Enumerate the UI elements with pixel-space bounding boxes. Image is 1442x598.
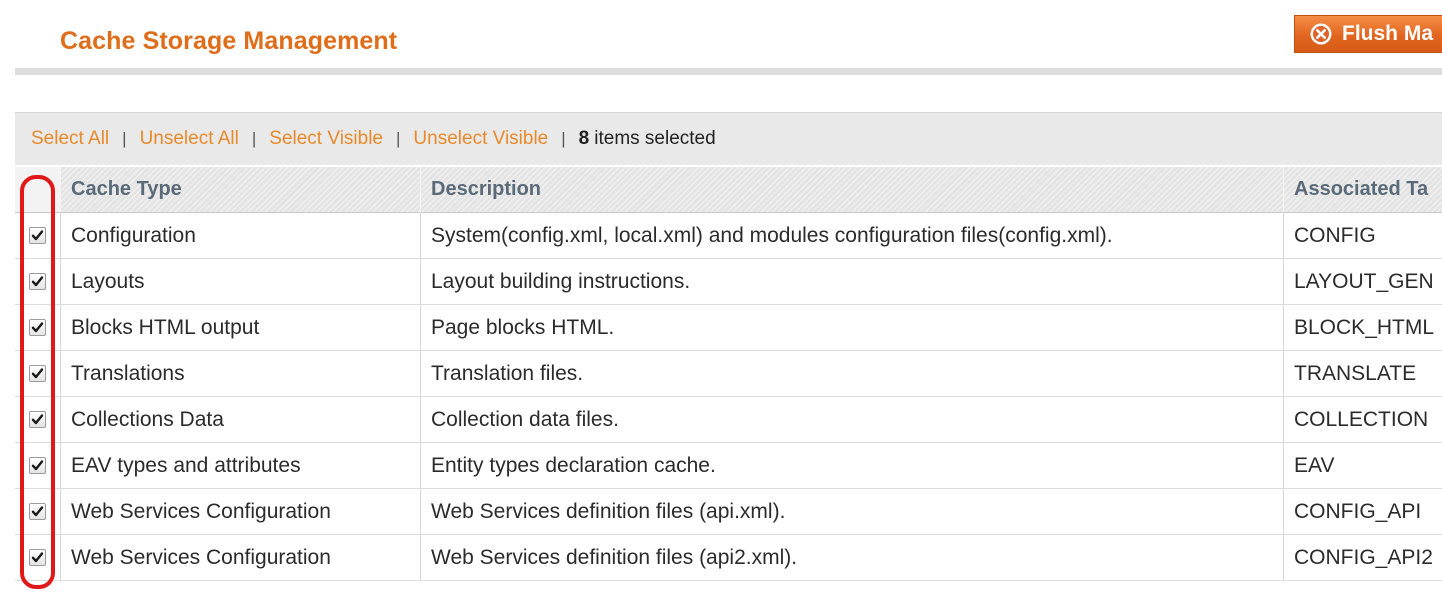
tags-cell: TRANSLATE (1283, 351, 1442, 396)
description-cell: Web Services definition files (api.xml). (420, 489, 1283, 534)
column-header-associated-tags[interactable]: Associated Ta (1283, 167, 1442, 213)
row-checkbox[interactable] (29, 227, 46, 244)
flush-magento-cache-button[interactable]: Flush Ma (1294, 15, 1442, 53)
checkmark-icon (31, 322, 44, 333)
separator: | (251, 129, 257, 148)
table-row: Blocks HTML output Page blocks HTML. BLO… (15, 305, 1442, 351)
table-row: Layouts Layout building instructions. LA… (15, 259, 1442, 305)
description-cell: Translation files. (420, 351, 1283, 396)
tags-cell: BLOCK_HTML (1283, 305, 1442, 350)
row-checkbox[interactable] (29, 549, 46, 566)
header-checkbox-cell (15, 167, 60, 213)
row-checkbox-cell (15, 351, 60, 396)
description-cell: Web Services definition files (api2.xml)… (420, 535, 1283, 580)
tags-cell: EAV (1283, 443, 1442, 488)
cache-type-cell: Web Services Configuration (60, 489, 420, 534)
row-checkbox-cell (15, 489, 60, 534)
row-checkbox-cell (15, 213, 60, 258)
cache-type-cell: Configuration (60, 213, 420, 258)
checkmark-icon (31, 460, 44, 471)
flush-button-label: Flush Ma (1342, 22, 1434, 45)
page-title: Cache Storage Management (60, 27, 398, 55)
checkmark-icon (31, 552, 44, 563)
cache-type-cell: EAV types and attributes (60, 443, 420, 488)
separator: | (561, 129, 566, 148)
checkmark-icon (31, 230, 44, 241)
description-cell: System(config.xml, local.xml) and module… (420, 213, 1283, 258)
separator: | (122, 129, 127, 148)
unselect-visible-link[interactable]: Unselect Visible (413, 128, 548, 150)
row-checkbox[interactable] (29, 365, 46, 382)
row-checkbox-cell (15, 535, 60, 580)
row-checkbox[interactable] (29, 273, 46, 290)
massaction-bar: Select All | Unselect All | Select Visib… (15, 112, 1442, 165)
description-cell: Collection data files. (420, 397, 1283, 442)
row-checkbox[interactable] (29, 457, 46, 474)
checkmark-icon (31, 368, 44, 379)
cache-type-cell: Blocks HTML output (60, 305, 420, 350)
cache-grid: Cache Type Description Associated Ta Con… (15, 167, 1442, 581)
description-cell: Entity types declaration cache. (420, 443, 1283, 488)
column-header-cache-type[interactable]: Cache Type (60, 167, 420, 213)
description-cell: Layout building instructions. (420, 259, 1283, 304)
table-row: Collections Data Collection data files. … (15, 397, 1442, 443)
selected-count-label: items selected (594, 128, 716, 149)
close-circle-icon (1309, 22, 1333, 46)
row-checkbox-cell (15, 305, 60, 350)
header-divider (15, 68, 1442, 75)
table-row: Web Services Configuration Web Services … (15, 535, 1442, 581)
checkmark-icon (31, 276, 44, 287)
cache-type-cell: Web Services Configuration (60, 535, 420, 580)
column-header-description[interactable]: Description (420, 167, 1283, 213)
checkmark-icon (31, 414, 44, 425)
cache-type-cell: Translations (60, 351, 420, 396)
cache-type-cell: Layouts (60, 259, 420, 304)
description-cell: Page blocks HTML. (420, 305, 1283, 350)
table-row: Web Services Configuration Web Services … (15, 489, 1442, 535)
select-visible-link[interactable]: Select Visible (269, 128, 383, 150)
table-row: EAV types and attributes Entity types de… (15, 443, 1442, 489)
row-checkbox-cell (15, 443, 60, 488)
row-checkbox[interactable] (29, 503, 46, 520)
tags-cell: CONFIG_API2 (1283, 535, 1442, 580)
cache-type-cell: Collections Data (60, 397, 420, 442)
selected-count: 8 (578, 128, 590, 149)
grid-header-row: Cache Type Description Associated Ta (15, 167, 1442, 213)
tags-cell: COLLECTION (1283, 397, 1442, 442)
separator: | (396, 129, 401, 148)
tags-cell: LAYOUT_GEN (1283, 259, 1442, 304)
row-checkbox-cell (15, 397, 60, 442)
tags-cell: CONFIG (1283, 213, 1442, 258)
table-row: Configuration System(config.xml, local.x… (15, 213, 1442, 259)
tags-cell: CONFIG_API (1283, 489, 1442, 534)
select-all-link[interactable]: Select All (31, 128, 109, 150)
row-checkbox[interactable] (29, 319, 46, 336)
row-checkbox[interactable] (29, 411, 46, 428)
checkmark-icon (31, 506, 44, 517)
row-checkbox-cell (15, 259, 60, 304)
table-row: Translations Translation files. TRANSLAT… (15, 351, 1442, 397)
unselect-all-link[interactable]: Unselect All (140, 128, 239, 150)
